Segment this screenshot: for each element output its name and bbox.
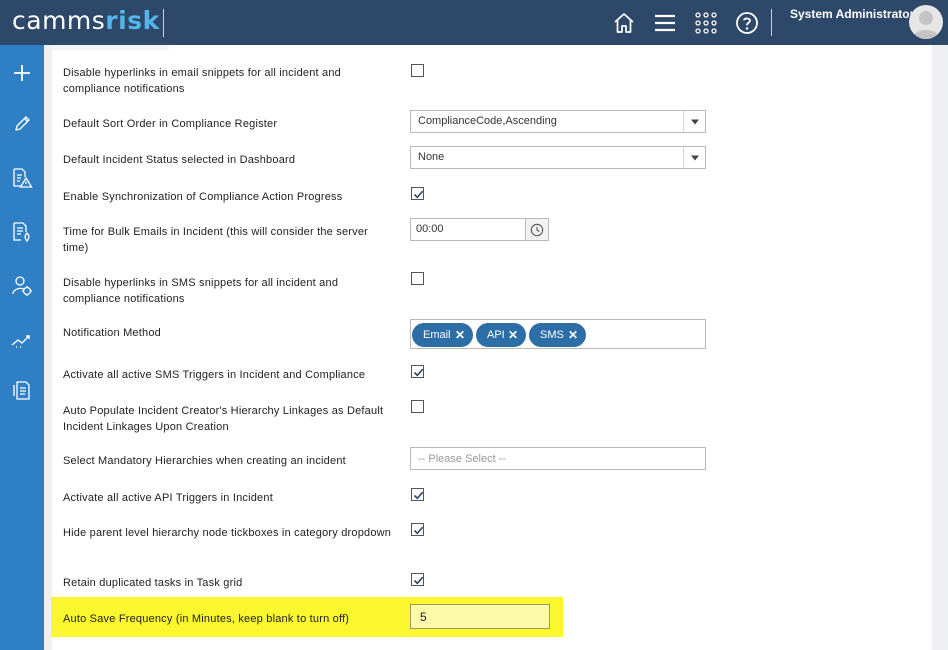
edit-icon[interactable] xyxy=(10,112,34,136)
input-auto-save-frequency[interactable]: 5 xyxy=(410,604,550,629)
help-icon[interactable] xyxy=(734,10,760,36)
select-placeholder: -- Please Select -- xyxy=(418,453,507,465)
menu-icon[interactable] xyxy=(652,10,678,36)
avatar[interactable] xyxy=(909,5,943,39)
apps-grid-icon[interactable] xyxy=(693,10,719,36)
user-name[interactable]: System Administrator xyxy=(790,7,914,21)
chevron-down-icon[interactable] xyxy=(683,147,705,168)
setting-label-retain-duplicated-tasks: Retain duplicated tasks in Task grid xyxy=(63,577,243,589)
content-top-strip xyxy=(52,45,169,50)
top-header-bar: cammsrisk System Administrator xyxy=(0,0,948,45)
setting-label-enable-sync-progress: Enable Synchronization of Compliance Act… xyxy=(63,191,343,203)
setting-label-default-sort-order: Default Sort Order in Compliance Registe… xyxy=(63,118,278,130)
setting-label-auto-populate-hierarchy: Auto Populate Incident Creator's Hierarc… xyxy=(63,405,384,433)
checkbox-enable-sync-progress[interactable] xyxy=(411,187,424,200)
setting-label-auto-save-frequency: Auto Save Frequency (in Minutes, keep bl… xyxy=(63,613,350,625)
setting-label-hide-parent-tickboxes: Hide parent level hierarchy node tickbox… xyxy=(63,527,392,539)
setting-label-disable-sms-hyperlinks: Disable hyperlinks in SMS snippets for a… xyxy=(63,277,339,305)
hierarchy-user-icon[interactable] xyxy=(10,274,34,298)
setting-label-default-incident-status: Default Incident Status selected in Dash… xyxy=(63,154,296,166)
setting-label-disable-email-hyperlinks: Disable hyperlinks in email snippets for… xyxy=(63,67,341,95)
setting-label-activate-sms-triggers: Activate all active SMS Triggers in Inci… xyxy=(63,369,366,381)
checkbox-auto-populate-hierarchy[interactable] xyxy=(411,400,424,413)
select-value: ComplianceCode,Ascending xyxy=(418,115,557,127)
checkbox-disable-sms-hyperlinks[interactable] xyxy=(411,272,424,285)
logo-divider xyxy=(163,9,164,37)
select-default-incident-status[interactable]: None xyxy=(410,146,706,169)
tag-sms[interactable]: SMS ✕ xyxy=(529,323,586,347)
header-divider xyxy=(771,9,772,36)
right-gutter xyxy=(932,45,948,650)
remove-icon[interactable]: ✕ xyxy=(568,323,578,347)
remove-icon[interactable]: ✕ xyxy=(508,323,518,347)
time-input-bulk-email[interactable]: 00:00 xyxy=(410,218,526,241)
setting-label-notification-method: Notification Method xyxy=(63,327,161,339)
chevron-down-icon[interactable] xyxy=(683,111,705,132)
sidebar xyxy=(0,45,44,650)
checkbox-activate-api-triggers[interactable] xyxy=(411,488,424,501)
add-icon[interactable] xyxy=(10,61,34,85)
setting-label-bulk-email-time: Time for Bulk Emails in Incident (this w… xyxy=(63,226,369,254)
app-logo[interactable]: cammsrisk xyxy=(12,6,160,36)
multiselect-notification-method[interactable]: Email ✕ API ✕ SMS ✕ xyxy=(410,319,706,349)
setting-label-activate-api-triggers: Activate all active API Triggers in Inci… xyxy=(63,492,273,504)
checkmark-icon xyxy=(413,491,424,500)
checkmark-icon xyxy=(413,368,424,377)
remove-icon[interactable]: ✕ xyxy=(455,323,465,347)
clock-icon[interactable] xyxy=(525,218,549,241)
trend-chart-icon[interactable] xyxy=(10,328,34,352)
checkbox-activate-sms-triggers[interactable] xyxy=(411,365,424,378)
checkmark-icon xyxy=(413,190,424,199)
home-icon[interactable] xyxy=(611,10,637,36)
checkmark-icon xyxy=(413,526,424,535)
select-default-sort-order[interactable]: ComplianceCode,Ascending xyxy=(410,110,706,133)
incident-report-icon[interactable] xyxy=(10,220,34,244)
checkbox-hide-parent-tickboxes[interactable] xyxy=(411,523,424,536)
tag-api[interactable]: API ✕ xyxy=(476,323,526,347)
checkmark-icon xyxy=(413,576,424,585)
checkbox-retain-duplicated-tasks[interactable] xyxy=(411,573,424,586)
select-mandatory-hierarchies[interactable]: -- Please Select -- xyxy=(410,447,706,470)
documents-icon[interactable] xyxy=(10,378,34,402)
setting-label-mandatory-hierarchies: Select Mandatory Hierarchies when creati… xyxy=(63,455,346,467)
checkbox-disable-email-hyperlinks[interactable] xyxy=(411,64,424,77)
tag-email[interactable]: Email ✕ xyxy=(412,323,473,347)
select-value: None xyxy=(418,151,445,163)
risk-register-icon[interactable] xyxy=(10,166,34,190)
